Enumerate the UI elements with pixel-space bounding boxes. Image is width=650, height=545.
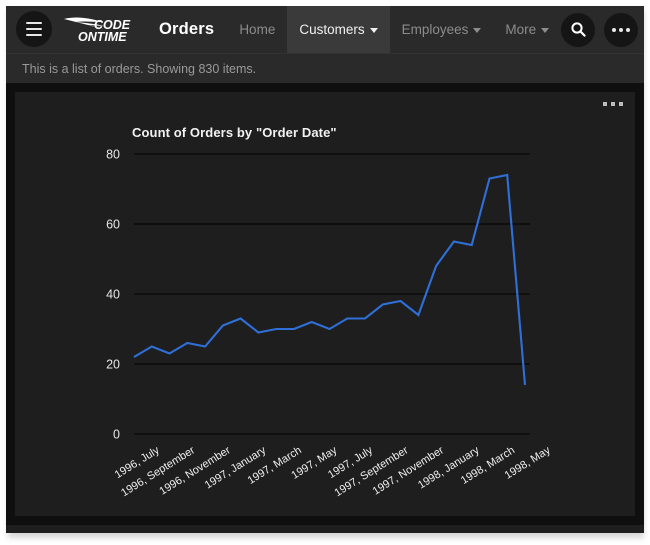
chart-ytick-labels: 0 20 40 60 80 [106,148,120,442]
content-area: Count of Orders by "Order Date" 0 20 40 60 8… [6,83,644,525]
nav-item-label: More [505,22,537,37]
nav-item-label: Employees [401,22,469,37]
search-button[interactable] [561,12,596,47]
chart-gridlines [134,153,530,435]
y-axis-tick-label: 20 [106,358,120,372]
nav-item-label: Customers [299,22,365,37]
application-window: CODE ONTIME Orders Home Customers Employ… [6,6,644,533]
wing-swoosh-icon: CODE ONTIME [64,17,131,44]
screenshot-frame: CODE ONTIME Orders Home Customers Employ… [0,0,650,545]
line-chart: 0 20 40 60 80 1996, July1996, September1996,… [106,148,553,500]
chart-xtick-labels: 1996, July1996, September1996, November1… [113,444,553,499]
search-icon [571,22,586,37]
nav-item-customers[interactable]: Customers [287,6,390,53]
description-text: This is a list of orders. Showing 830 it… [22,61,257,76]
nav-item-label: Home [239,22,276,37]
hamburger-icon[interactable] [16,11,52,47]
svg-text:ONTIME: ONTIME [78,30,127,44]
nav-items: Orders Home Customers Employees More [146,6,561,53]
more-horizontal-icon [612,27,631,32]
top-navbar: CODE ONTIME Orders Home Customers Employ… [6,6,644,53]
y-axis-tick-label: 40 [106,288,120,302]
chevron-down-icon [369,28,378,33]
description-bar: This is a list of orders. Showing 830 it… [6,53,644,83]
navbar-overflow-button[interactable] [604,12,639,47]
series-line [133,173,527,386]
chart-series [133,173,527,386]
app-logo[interactable]: CODE ONTIME [58,6,146,53]
y-axis-tick-label: 60 [106,218,120,232]
nav-item-employees[interactable]: Employees [390,6,494,53]
nav-item-more[interactable]: More [493,6,561,53]
chevron-down-icon [541,28,550,33]
navbar-actions [561,6,644,53]
chevron-down-icon [473,28,482,33]
y-axis-tick-label: 80 [106,148,120,162]
nav-item-home[interactable]: Home [227,6,287,53]
page-title: Orders [159,20,215,38]
y-axis-tick-label: 0 [113,428,120,442]
chart-panel: Count of Orders by "Order Date" 0 20 40 60 8… [15,92,635,516]
